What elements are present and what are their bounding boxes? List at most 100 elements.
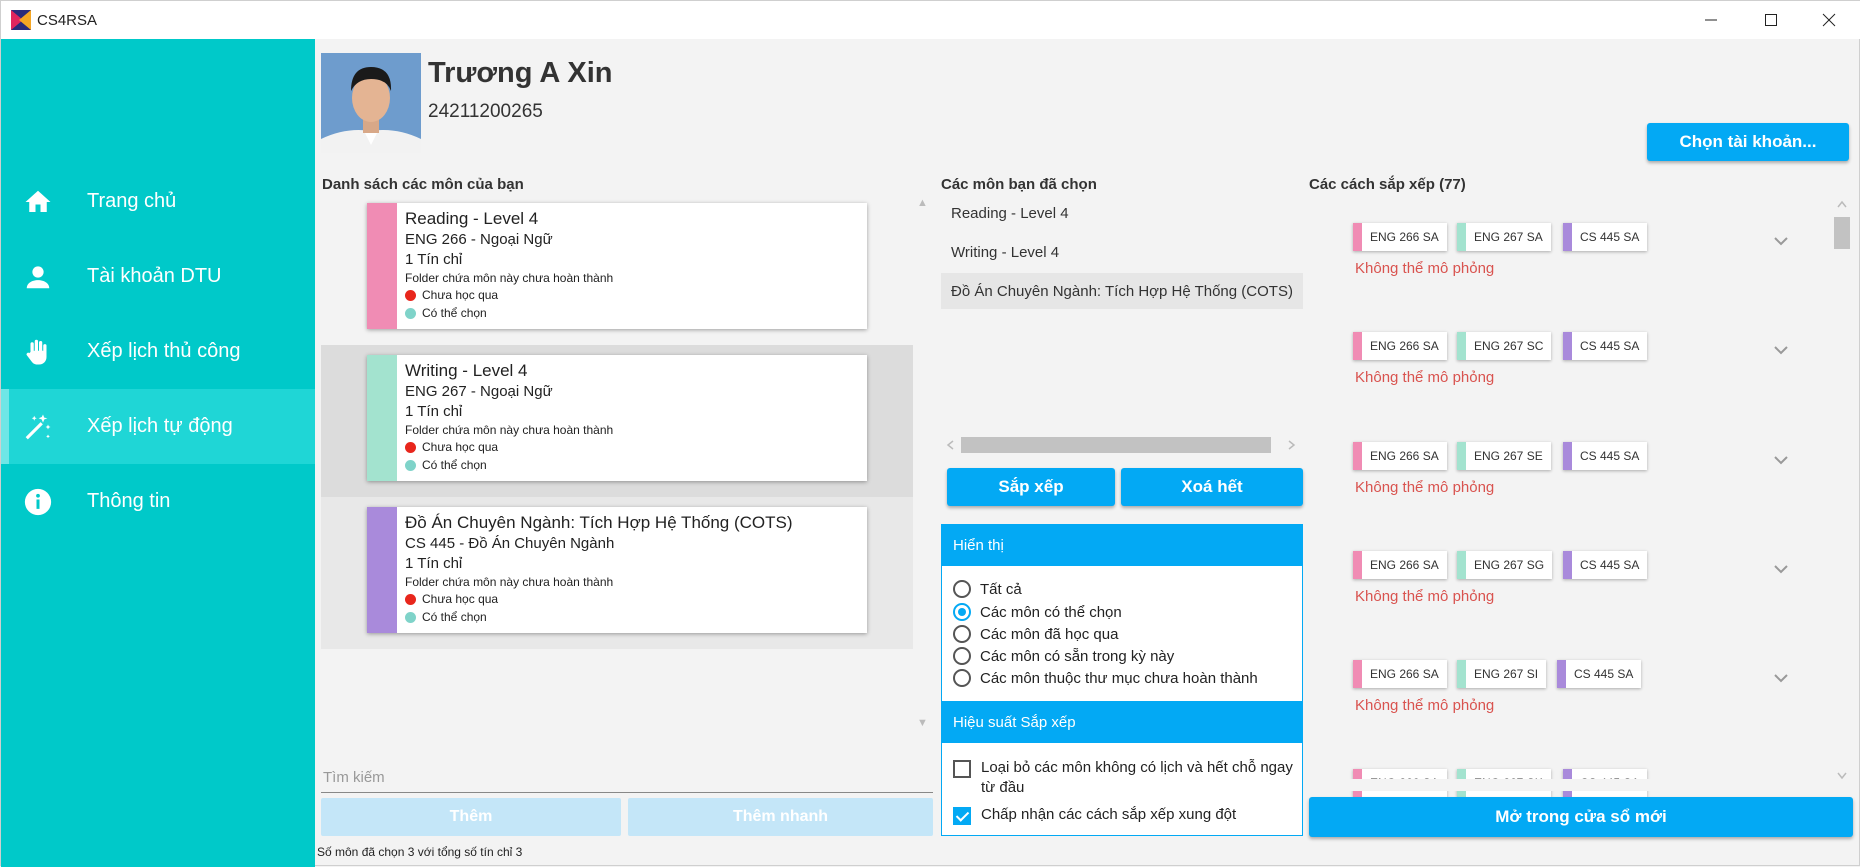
app-logo-icon (11, 10, 31, 30)
clear-all-button[interactable]: Xoá hết (1121, 468, 1303, 506)
quick-add-button[interactable]: Thêm nhanh (628, 798, 933, 836)
course-card[interactable]: Reading - Level 4 ENG 266 - Ngoại Ngữ 1 … (367, 203, 867, 329)
display-option-learned[interactable]: Các môn đã học qua (953, 625, 1118, 643)
info-icon (24, 488, 52, 515)
schedule-status: Không thể mô phỏng (1355, 260, 1495, 277)
sidebar-item-manual-schedule[interactable]: Xếp lịch thủ công (1, 314, 315, 389)
chip-color-bar (1353, 442, 1362, 470)
active-indicator (1, 389, 9, 464)
chip-color-bar (1457, 551, 1466, 579)
home-icon (25, 190, 51, 212)
course-list-item[interactable]: Reading - Level 4 ENG 266 - Ngoại Ngữ 1 … (321, 193, 913, 345)
choose-account-button[interactable]: Chọn tài khoản... (1647, 123, 1849, 161)
course-card[interactable]: Writing - Level 4 ENG 267 - Ngoại Ngữ 1 … (367, 355, 867, 481)
option-accept-conflicts[interactable]: Chấp nhận các cách sắp xếp xung đột (953, 805, 1298, 825)
schedule-item[interactable]: ENG 266 SA ENG 267 SA CS 445 SA Không thể m… (1353, 223, 1853, 303)
course-folder: Folder chứa môn này chưa hoàn thành (405, 271, 614, 285)
teal-dot-icon (405, 307, 416, 319)
sort-button[interactable]: Sắp xếp (947, 468, 1115, 506)
schedule-item[interactable]: ENG 266 SA ENG 267 SI CS 445 SA Không thể m… (1353, 660, 1853, 740)
display-option-incomplete-folder[interactable]: Các môn thuộc thư mục chưa hoàn thành (953, 669, 1258, 687)
course-code: CS 445 - Đồ Án Chuyên Ngành (405, 535, 615, 552)
class-chip: ENG 266 SA (1353, 223, 1447, 251)
course-list-scroll-up-icon[interactable]: ▲ (917, 197, 928, 209)
sidebar-item-auto-schedule[interactable]: Xếp lịch tự động (1, 389, 315, 464)
schedule-item[interactable]: ENG 266 SA ENG 267 SE CS 445 SA Không thể m… (1353, 442, 1853, 522)
course-name: Reading - Level 4 (405, 209, 539, 228)
radio-icon (953, 647, 971, 665)
profile-id: 24211200265 (428, 101, 543, 122)
chevron-down-icon[interactable] (1771, 668, 1791, 688)
red-dot-icon (405, 441, 416, 453)
open-new-window-button[interactable]: Mở trong cửa sổ mới (1309, 797, 1853, 837)
course-color-strip (367, 355, 397, 481)
red-dot-icon (405, 289, 416, 301)
display-option-this-semester[interactable]: Các môn có sẵn trong kỳ này (953, 647, 1174, 665)
schedule-status: Không thể mô phỏng (1355, 479, 1495, 496)
schedule-status: Không thể mô phỏng (1355, 697, 1495, 714)
schedule-item[interactable]: ENG 266 SA ENG 267 SC CS 445 SA Không thể m… (1353, 332, 1853, 412)
teal-dot-icon (405, 459, 416, 471)
close-icon (1822, 13, 1836, 27)
chip-color-bar (1457, 332, 1466, 360)
sidebar-item-home[interactable]: Trang chủ (1, 164, 315, 239)
class-chip: ENG 266 SA (1353, 551, 1447, 579)
app-title: CS4RSA (37, 12, 98, 29)
chip-color-bar (1563, 551, 1572, 579)
horizontal-scrollbar (946, 437, 1296, 453)
sidebar-item-info[interactable]: Thông tin (1, 464, 315, 539)
add-button[interactable]: Thêm (321, 798, 621, 836)
minimize-button[interactable] (1683, 1, 1739, 39)
chosen-list-item[interactable]: Đồ Án Chuyên Ngành: Tích Hợp Hệ Thống (C… (941, 273, 1303, 309)
course-list-item[interactable]: Đồ Án Chuyên Ngành: Tích Hợp Hệ Thống (C… (321, 497, 913, 649)
chosen-list-item[interactable]: Writing - Level 4 (941, 234, 1303, 270)
class-chip: CS 445 SA (1563, 223, 1648, 251)
course-list-item[interactable]: Writing - Level 4 ENG 267 - Ngoại Ngữ 1 … (321, 345, 913, 497)
option-remove-unavailable[interactable]: Loại bỏ các môn không có lịch và hết chỗ… (953, 758, 1298, 798)
course-status-available: Có thể chọn (405, 458, 487, 472)
display-panel-header: Hiển thị (941, 524, 1303, 566)
display-option-all[interactable]: Tất cả (953, 580, 1022, 598)
schedule-status: Không thể mô phỏng (1355, 369, 1495, 386)
search-input[interactable]: Tìm kiếm (321, 761, 933, 793)
status-bar: Số môn đã chọn 3 với tổng số tín chỉ 3 (317, 845, 523, 859)
course-folder: Folder chứa môn này chưa hoàn thành (405, 575, 614, 589)
course-credits: 1 Tín chỉ (405, 555, 463, 572)
close-button[interactable] (1801, 1, 1857, 39)
radio-icon (953, 625, 971, 643)
chevron-down-icon[interactable] (1771, 340, 1791, 360)
course-status-not-learned: Chưa học qua (405, 440, 498, 454)
course-name: Writing - Level 4 (405, 361, 528, 380)
course-status-available: Có thể chọn (405, 306, 487, 320)
class-chip: ENG 267 SG (1457, 551, 1553, 579)
radio-checked-icon (953, 603, 971, 621)
teal-dot-icon (405, 611, 416, 623)
chosen-list-hscrollbar[interactable] (941, 434, 1303, 456)
sidebar: Trang chủ Tài khoản DTU Xếp lịch thủ côn… (1, 39, 315, 867)
maximize-button[interactable] (1743, 1, 1799, 39)
sidebar-item-label: Thông tin (87, 490, 171, 512)
chip-color-bar (1457, 223, 1466, 251)
course-list-scroll-down-icon[interactable]: ▼ (917, 717, 928, 729)
schedule-list-vscrollbar[interactable] (1831, 197, 1853, 783)
chevron-down-icon[interactable] (1771, 450, 1791, 470)
class-chip: ENG 266 SA (1353, 332, 1447, 360)
chip-color-bar (1353, 223, 1362, 251)
course-card[interactable]: Đồ Án Chuyên Ngành: Tích Hợp Hệ Thống (C… (367, 507, 867, 633)
chevron-down-icon[interactable] (1771, 559, 1791, 579)
sidebar-item-dtu-account[interactable]: Tài khoản DTU (1, 239, 315, 314)
display-option-available[interactable]: Các môn có thể chọn (953, 603, 1122, 621)
chosen-list-item[interactable]: Reading - Level 4 (941, 195, 1303, 231)
schedule-item[interactable]: ENG 266 SA ENG 267 SG CS 445 SA Không thể m… (1353, 551, 1853, 631)
user-icon (26, 265, 50, 288)
class-chip: CS 445 SA (1563, 551, 1648, 579)
checkbox-icon (953, 760, 971, 778)
schedules-title: Các cách sắp xếp (77) (1309, 176, 1466, 193)
red-dot-icon (405, 593, 416, 605)
vertical-scrollbar (1834, 200, 1850, 780)
class-chip: CS 445 SA (1557, 660, 1642, 688)
course-name: Đồ Án Chuyên Ngành: Tích Hợp Hệ Thống (C… (405, 513, 793, 532)
chevron-down-icon[interactable] (1771, 231, 1791, 251)
course-credits: 1 Tín chỉ (405, 251, 463, 268)
maximize-icon (1765, 14, 1777, 26)
